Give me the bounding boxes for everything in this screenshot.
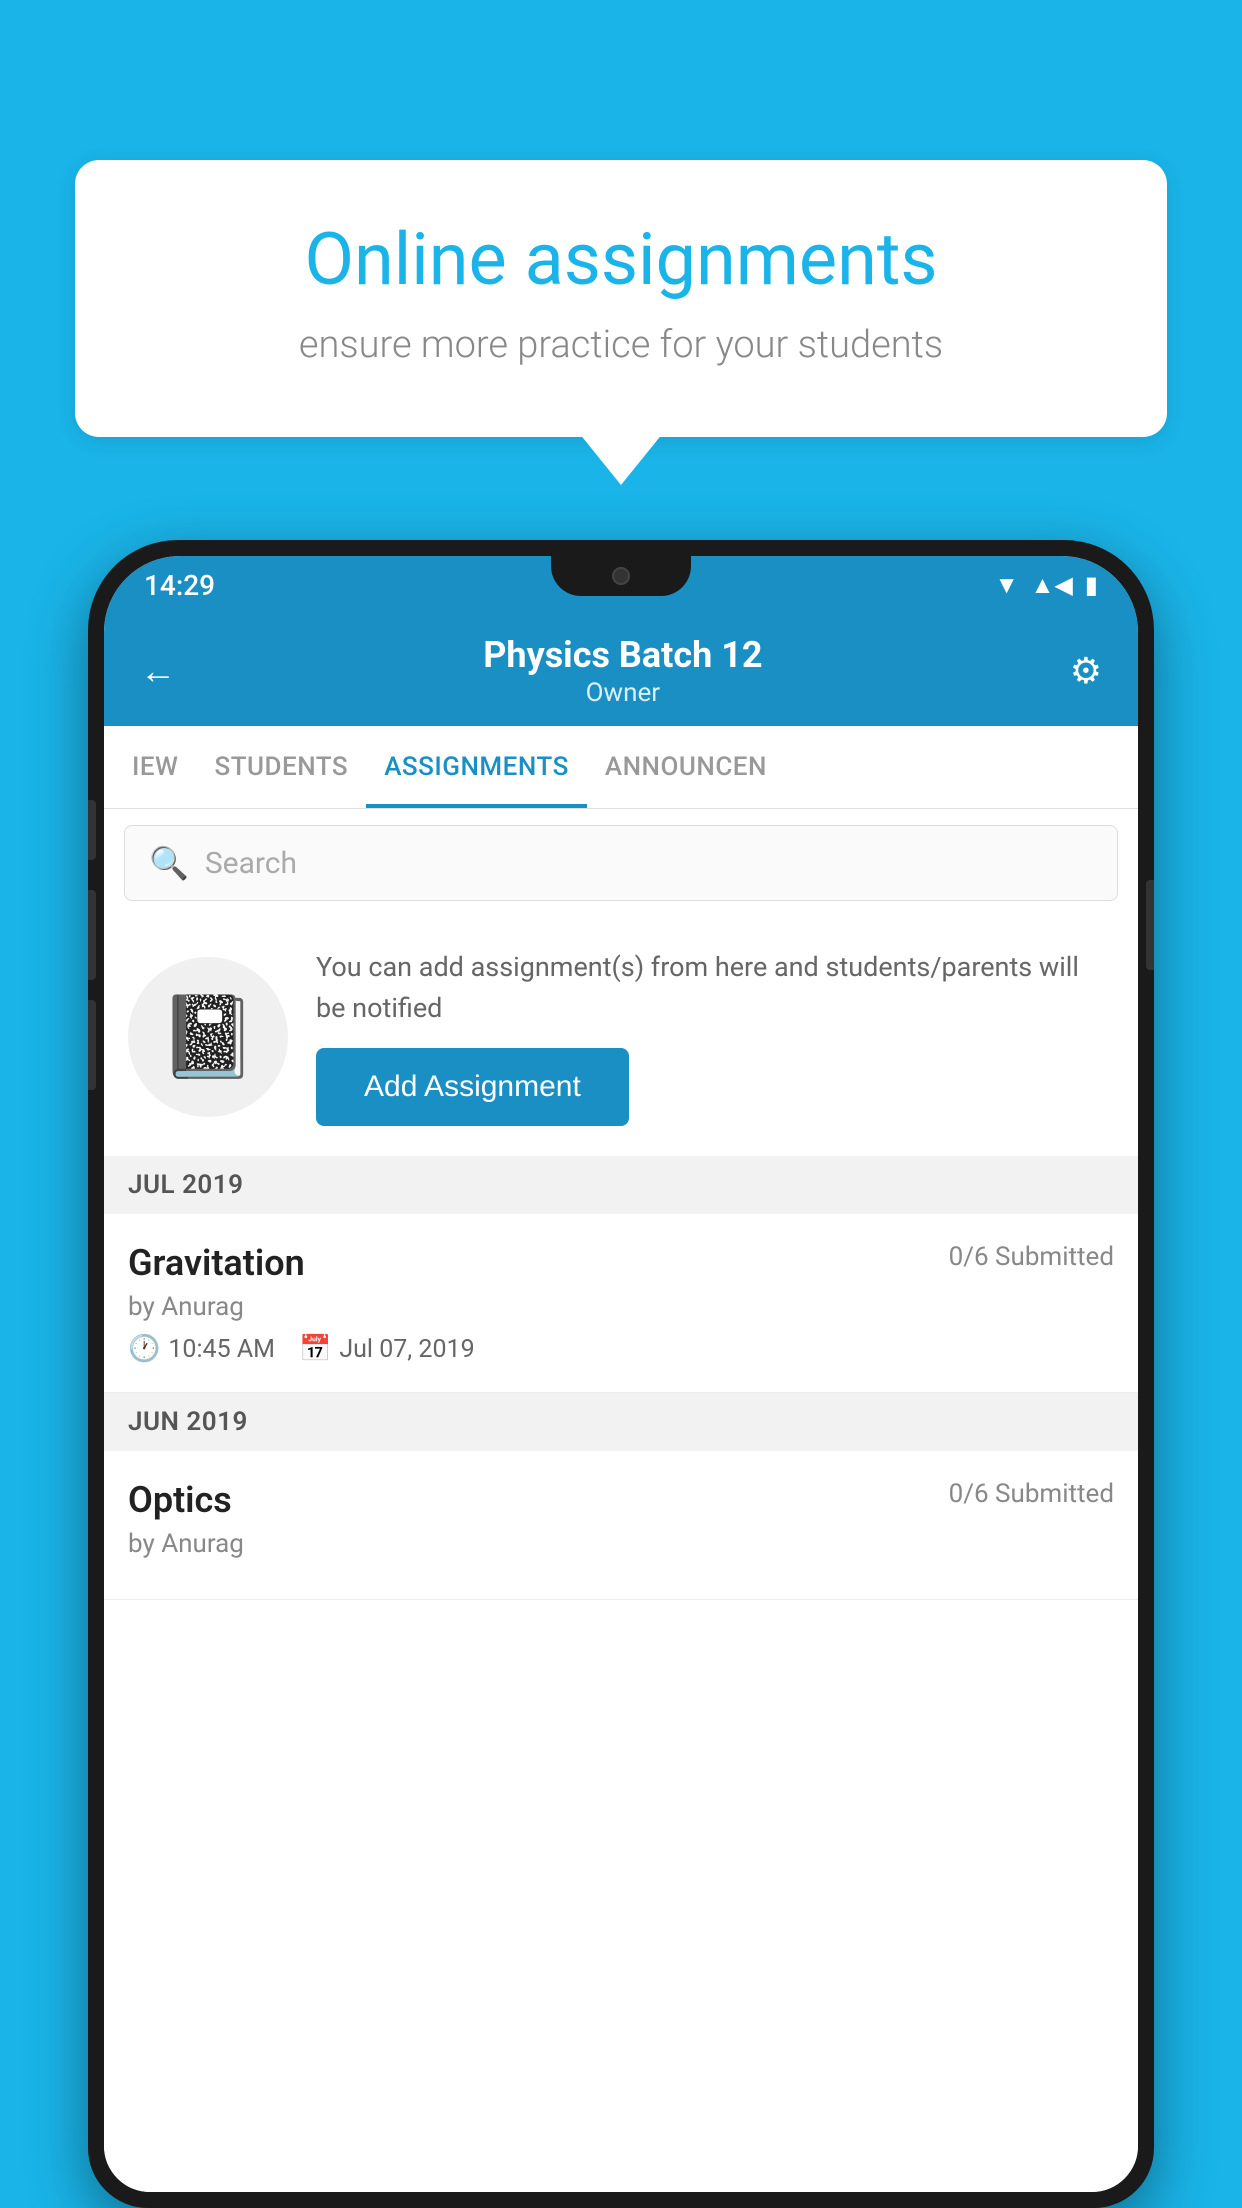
speech-bubble: Online assignments ensure more practice …: [75, 160, 1167, 437]
search-placeholder: Search: [205, 846, 297, 881]
battery-icon: ▮: [1085, 571, 1098, 599]
assignment-time: 10:45 AM: [168, 1335, 275, 1364]
tab-iew[interactable]: IEW: [114, 726, 196, 808]
tab-assignments[interactable]: ASSIGNMENTS: [366, 726, 587, 808]
power-button: [1146, 880, 1154, 970]
status-bar: 14:29 ▼ ▲◀ ▮: [104, 556, 1138, 614]
search-bar[interactable]: 🔍 Search: [124, 825, 1118, 901]
back-button[interactable]: ←: [140, 650, 176, 692]
section-header-jul: JUL 2019: [104, 1156, 1138, 1214]
phone-frame: 14:29 ▼ ▲◀ ▮ ← Physics Batch 12 Owner ⚙ …: [88, 540, 1154, 2208]
search-icon: 🔍: [149, 844, 189, 882]
add-assignment-right: You can add assignment(s) from here and …: [316, 947, 1114, 1126]
tab-students[interactable]: STUDENTS: [196, 726, 366, 808]
assignment-author: by Anurag: [128, 1292, 1114, 1322]
assignment-author-optics: by Anurag: [128, 1529, 1114, 1559]
volume-up-button: [88, 800, 96, 860]
assignment-name: Gravitation: [128, 1242, 305, 1284]
tabs-bar: IEW STUDENTS ASSIGNMENTS ANNOUNCEN: [104, 726, 1138, 809]
volume-down-button: [88, 890, 96, 980]
speech-bubble-container: Online assignments ensure more practice …: [75, 160, 1167, 437]
add-assignment-description: You can add assignment(s) from here and …: [316, 947, 1114, 1028]
meta-date: 📅 Jul 07, 2019: [299, 1334, 475, 1364]
speech-bubble-title: Online assignments: [155, 220, 1087, 299]
clock-icon: 🕐: [128, 1334, 160, 1364]
settings-button[interactable]: ⚙: [1070, 650, 1102, 692]
status-time: 14:29: [144, 569, 215, 602]
add-assignment-button[interactable]: Add Assignment: [316, 1048, 629, 1126]
front-camera: [612, 567, 630, 585]
assignment-item-header: Gravitation 0/6 Submitted: [128, 1242, 1114, 1284]
meta-time: 🕐 10:45 AM: [128, 1334, 275, 1364]
assignment-item-header-optics: Optics 0/6 Submitted: [128, 1479, 1114, 1521]
header-subtitle: Owner: [176, 678, 1070, 708]
assignment-item-optics[interactable]: Optics 0/6 Submitted by Anurag: [104, 1451, 1138, 1600]
notch: [551, 556, 691, 596]
content-area: 🔍 Search 📓 You can add assignment(s) fro…: [104, 809, 1138, 2192]
section-header-jun: JUN 2019: [104, 1393, 1138, 1451]
header-title: Physics Batch 12: [176, 634, 1070, 676]
signal-icon: ▲◀: [1031, 571, 1073, 600]
status-icons: ▼ ▲◀ ▮: [995, 571, 1098, 600]
app-header: ← Physics Batch 12 Owner ⚙: [104, 614, 1138, 726]
silent-button: [88, 1000, 96, 1090]
assignment-meta: 🕐 10:45 AM 📅 Jul 07, 2019: [128, 1334, 1114, 1364]
assignment-submitted-optics: 0/6 Submitted: [949, 1479, 1114, 1509]
assignment-item-gravitation[interactable]: Gravitation 0/6 Submitted by Anurag 🕐 10…: [104, 1214, 1138, 1393]
tab-announcements[interactable]: ANNOUNCEN: [587, 726, 785, 808]
assignment-icon-circle: 📓: [128, 957, 288, 1117]
add-assignment-section: 📓 You can add assignment(s) from here an…: [104, 917, 1138, 1156]
calendar-icon: 📅: [299, 1334, 331, 1364]
speech-bubble-subtitle: ensure more practice for your students: [155, 323, 1087, 367]
phone-screen: 14:29 ▼ ▲◀ ▮ ← Physics Batch 12 Owner ⚙ …: [104, 556, 1138, 2192]
assignment-date: Jul 07, 2019: [339, 1335, 474, 1364]
notebook-icon: 📓: [158, 990, 258, 1084]
assignment-submitted: 0/6 Submitted: [949, 1242, 1114, 1272]
header-title-wrap: Physics Batch 12 Owner: [176, 634, 1070, 708]
wifi-icon: ▼: [995, 571, 1019, 600]
assignment-name-optics: Optics: [128, 1479, 232, 1521]
search-container: 🔍 Search: [104, 809, 1138, 917]
